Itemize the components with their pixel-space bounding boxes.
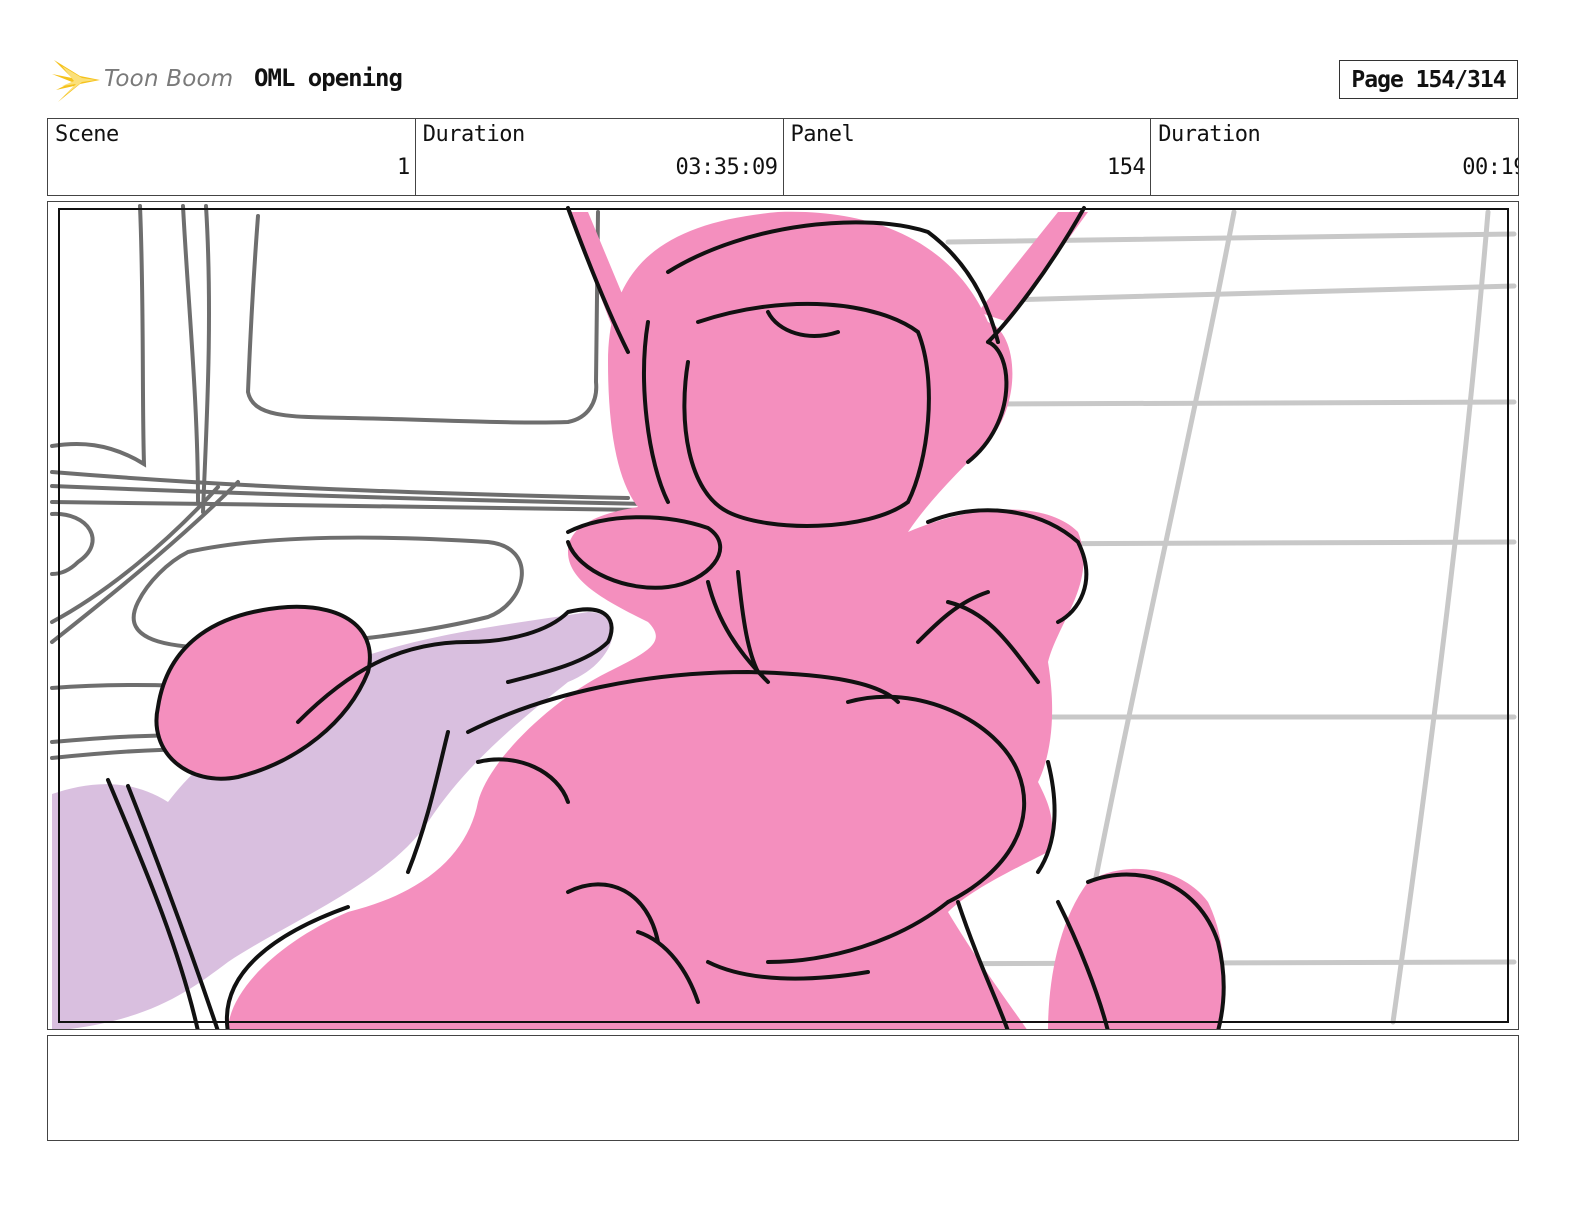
scene-label: Scene (55, 122, 119, 147)
scene-duration-label: Duration (422, 122, 525, 147)
panel-sketch (50, 204, 1517, 1029)
logo-text: Toon Boom (104, 66, 234, 92)
scene-duration-value: 03:35:09 (675, 155, 778, 180)
panel-cell: Panel 154 (784, 119, 1152, 195)
project-title: OML opening (254, 64, 403, 92)
toon-boom-logo: Toon Boom (52, 56, 242, 106)
panel-value: 154 (1107, 155, 1146, 180)
panel-label: Panel (790, 122, 855, 147)
panel-notes-box[interactable] (47, 1035, 1519, 1141)
scene-value: 1 (397, 155, 410, 180)
starburst-icon (52, 60, 100, 102)
page-indicator: Page 154/314 (1339, 60, 1518, 99)
storyboard-info-table: Scene 1 Duration 03:35:09 Panel 154 Dura… (47, 118, 1519, 196)
panel-duration-cell: Duration 00:19 (1151, 119, 1518, 195)
panel-duration-value: 00:19 (1462, 155, 1518, 180)
panel-duration-label: Duration (1158, 122, 1261, 147)
scene-duration-cell: Duration 03:35:09 (416, 119, 784, 195)
scene-cell: Scene 1 (48, 119, 416, 195)
storyboard-panel (47, 201, 1519, 1030)
